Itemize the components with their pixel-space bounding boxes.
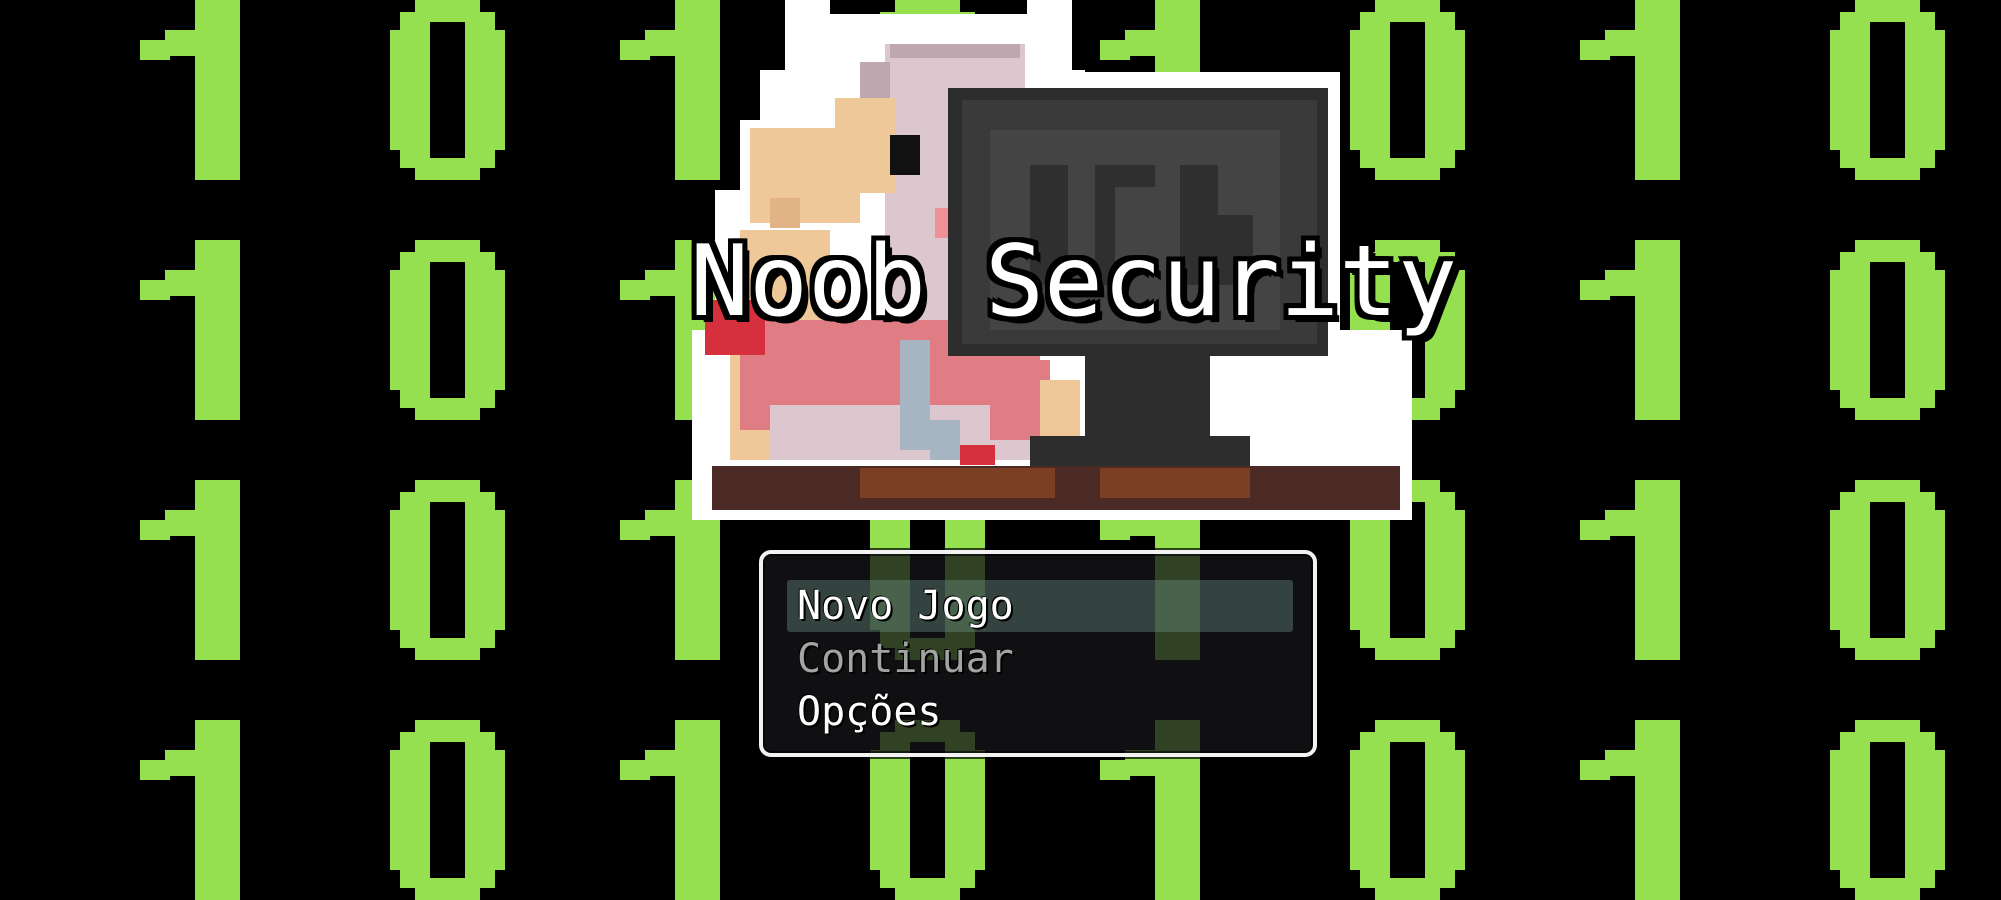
title-screen: Noob Security Novo Jogo Continuar Opções [0,0,2001,900]
menu-item-continue[interactable]: Continuar [787,633,1293,685]
menu-item-options[interactable]: Opções [787,686,1293,738]
menu-item-new-game[interactable]: Novo Jogo [787,580,1293,632]
hacker-at-computer-icon [692,0,1412,520]
game-title: Noob Security [690,225,1458,339]
title-command-menu: Novo Jogo Continuar Opções [759,550,1317,757]
